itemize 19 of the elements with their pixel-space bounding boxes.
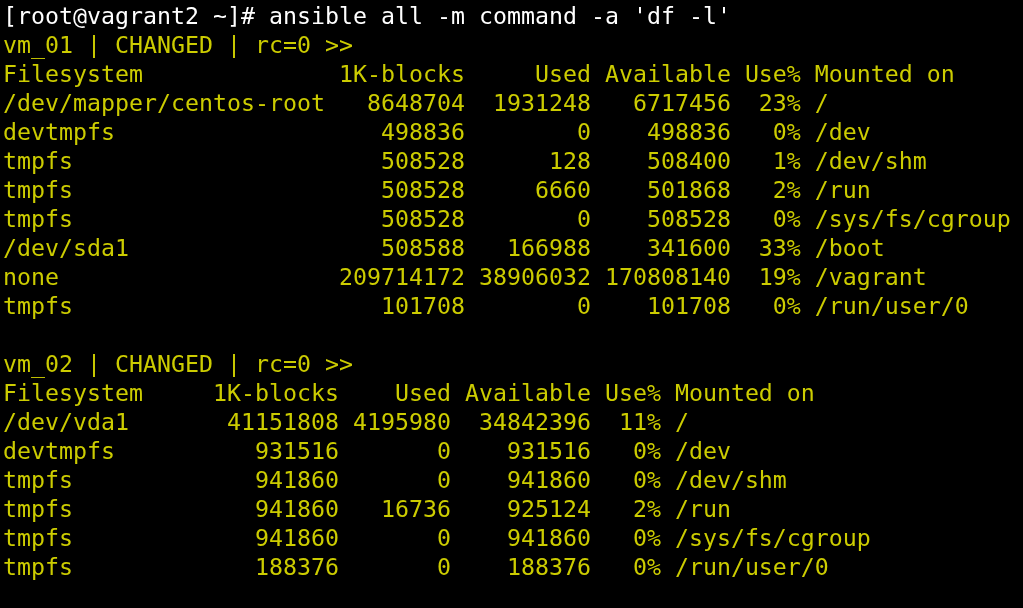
output-line: tmpfs 941860 0 941860 0% /dev/shm <box>3 465 787 494</box>
output-line: Filesystem 1K-blocks Used Available Use% Mounted on <box>3 378 815 407</box>
output-line: tmpfs 508528 128 508400 1% /dev/shm <box>3 146 927 175</box>
command-line: [root@vagrant2 ~]# ansible all -m command -a 'df -l' <box>3 1 731 30</box>
output-line: devtmpfs 498836 0 498836 0% /dev <box>3 117 871 146</box>
output-line: Filesystem 1K-blocks Used Available Use% Mounted on <box>3 59 955 88</box>
output-line: tmpfs 101708 0 101708 0% /run/user/0 <box>3 291 969 320</box>
output-line: tmpfs 188376 0 188376 0% /run/user/0 <box>3 552 829 581</box>
output-line: tmpfs 508528 0 508528 0% /sys/fs/cgroup <box>3 204 1011 233</box>
output-line: devtmpfs 931516 0 931516 0% /dev <box>3 436 731 465</box>
output-line: /dev/sda1 508588 166988 341600 33% /boot <box>3 233 885 262</box>
host-result-line: vm_02 | CHANGED | rc=0 >> <box>3 349 353 378</box>
output-line: /dev/vda1 41151808 4195980 34842396 11% / <box>3 407 689 436</box>
output-line: none 209714172 38906032 170808140 19% /vagrant <box>3 262 927 291</box>
output-line: tmpfs 508528 6660 501868 2% /run <box>3 175 871 204</box>
output-line: tmpfs 941860 16736 925124 2% /run <box>3 494 731 523</box>
output-line: /dev/mapper/centos-root 8648704 1931248 6717456 23% / <box>3 88 829 117</box>
output-line: tmpfs 941860 0 941860 0% /sys/fs/cgroup <box>3 523 871 552</box>
host-result-line: vm_01 | CHANGED | rc=0 >> <box>3 30 353 59</box>
